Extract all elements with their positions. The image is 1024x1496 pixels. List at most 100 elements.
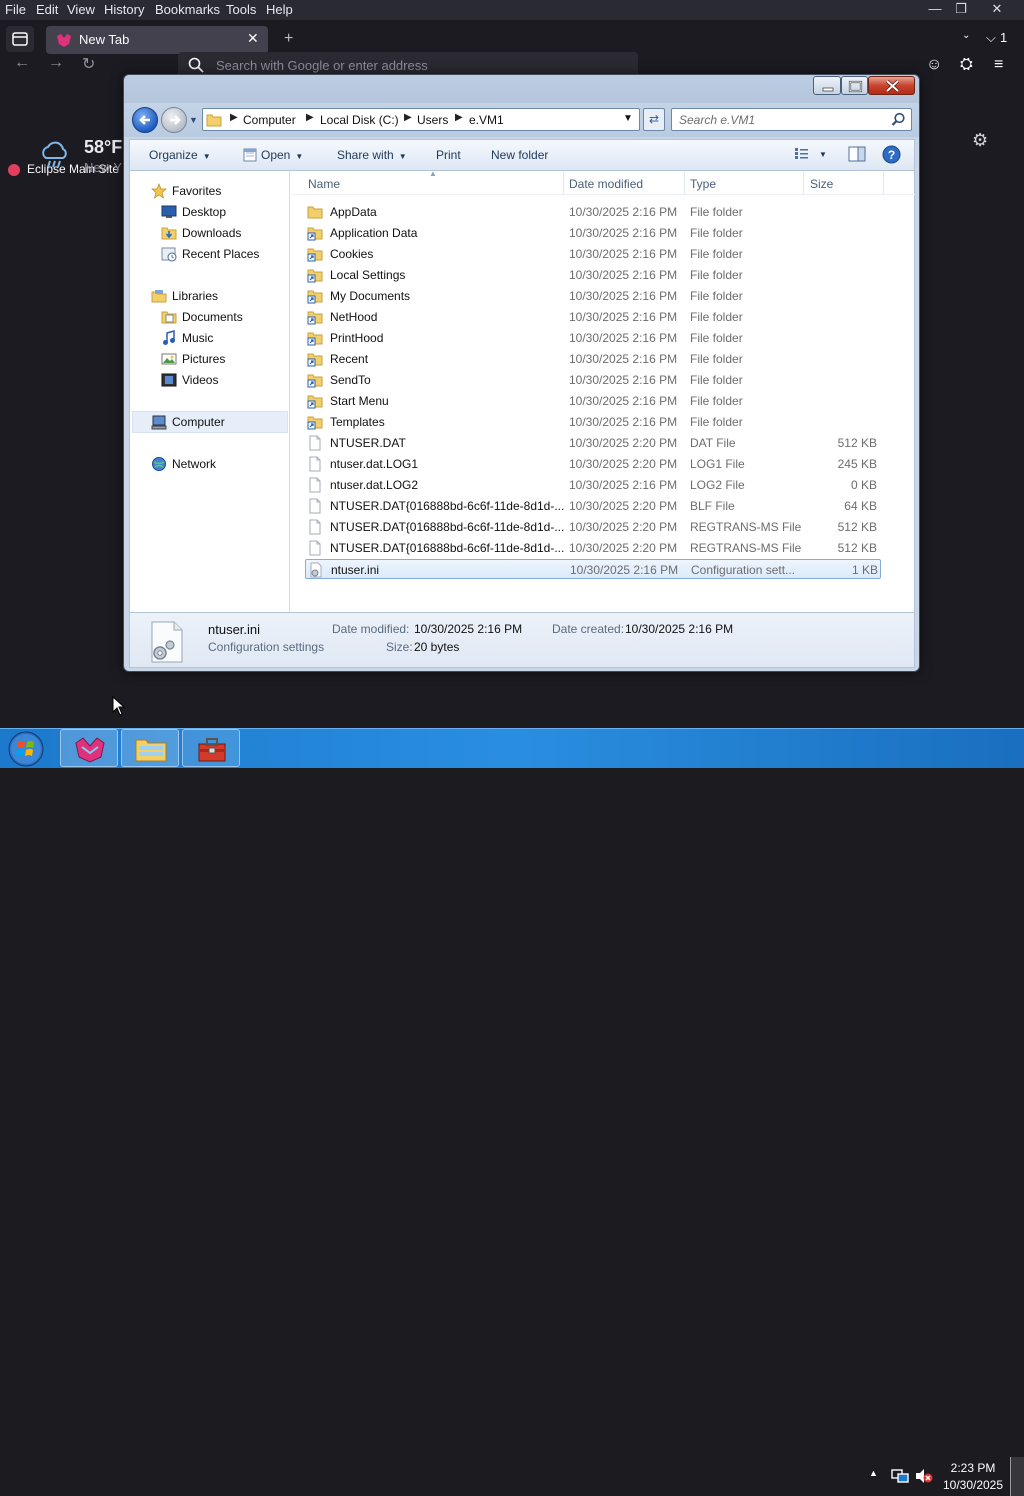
- file-icon: [307, 519, 323, 535]
- shortcut-folder-icon: [307, 225, 323, 241]
- column-header-size[interactable]: Size: [810, 177, 833, 191]
- change-view-button[interactable]: ▼: [794, 146, 827, 160]
- back-arrow-icon[interactable]: ←: [14, 54, 30, 72]
- search-input[interactable]: Search e.VM1: [671, 108, 912, 131]
- file-row[interactable]: NetHood 10/30/2025 2:16 PM File folder: [305, 307, 881, 327]
- address-dropdown-icon[interactable]: ▼: [623, 113, 633, 124]
- file-row[interactable]: Recent 10/30/2025 2:16 PM File folder: [305, 349, 881, 369]
- breadcrumb-separator-icon[interactable]: ▶: [306, 112, 314, 123]
- network-icon: [152, 457, 166, 471]
- forward-arrow-icon[interactable]: →: [48, 54, 64, 72]
- clock-time[interactable]: 2:23 PM: [944, 1461, 1002, 1475]
- file-row[interactable]: Start Menu 10/30/2025 2:16 PM File folder: [305, 391, 881, 411]
- breadcrumb-computer[interactable]: Computer: [243, 113, 296, 127]
- file-row[interactable]: PrintHood 10/30/2025 2:16 PM File folder: [305, 328, 881, 348]
- file-row[interactable]: Local Settings 10/30/2025 2:16 PM File fol…: [305, 265, 881, 285]
- shortcut-folder-icon: [307, 246, 323, 262]
- back-button[interactable]: [132, 107, 158, 133]
- menu-edit[interactable]: Edit: [36, 2, 58, 17]
- reload-icon[interactable]: ↻: [82, 54, 95, 74]
- menu-bookmarks[interactable]: Bookmarks: [155, 2, 220, 17]
- browser-close-button[interactable]: ✕: [984, 0, 1010, 20]
- share-with-button[interactable]: Share with ▼: [337, 148, 407, 162]
- file-type: File folder: [690, 247, 743, 261]
- command-bar: Organize ▼ Open ▼ Share with ▼ Print New fo…: [129, 139, 915, 171]
- breadcrumb-separator-icon[interactable]: ▶: [455, 112, 463, 123]
- menu-help[interactable]: Help: [266, 2, 293, 17]
- column-divider[interactable]: [684, 171, 685, 195]
- organize-button[interactable]: Organize ▼: [149, 148, 211, 162]
- account-icon[interactable]: ☺: [926, 56, 942, 74]
- column-header-type[interactable]: Type: [690, 177, 716, 191]
- shortcut-folder-icon: [307, 330, 323, 346]
- column-divider[interactable]: [563, 171, 564, 195]
- file-row[interactable]: NTUSER.DAT{016888bd-6c6f-11de-8d1d-... 10…: [305, 538, 881, 558]
- network-tray-icon[interactable]: [891, 1468, 909, 1484]
- file-row[interactable]: NTUSER.DAT{016888bd-6c6f-11de-8d1d-... 10…: [305, 517, 881, 537]
- breadcrumb[interactable]: ▶ Computer ▶ Local Disk (C:) ▶ Users ▶ e…: [202, 108, 640, 131]
- taskbar-firefox[interactable]: [60, 729, 118, 767]
- show-hidden-icons-button[interactable]: ▲: [869, 1468, 878, 1478]
- file-row[interactable]: ntuser.dat.LOG2 10/30/2025 2:16 PM LOG2 Fi…: [305, 475, 881, 495]
- menu-tools[interactable]: Tools: [226, 2, 256, 17]
- column-header-date-modified[interactable]: Date modified: [569, 177, 643, 191]
- tab-list-icon[interactable]: [6, 26, 34, 52]
- taskbar-explorer[interactable]: [121, 729, 179, 767]
- refresh-icon: ⇄: [648, 112, 660, 126]
- file-row[interactable]: ntuser.dat.LOG1 10/30/2025 2:20 PM LOG1 Fi…: [305, 454, 881, 474]
- show-desktop-button[interactable]: [1010, 1457, 1024, 1496]
- breadcrumb-e-vm1[interactable]: e.VM1: [469, 113, 504, 127]
- share-with-label: Share with: [337, 148, 394, 162]
- column-divider[interactable]: [803, 171, 804, 195]
- menu-file[interactable]: File: [5, 2, 26, 17]
- new-folder-button[interactable]: New folder: [491, 148, 548, 162]
- close-button[interactable]: [868, 76, 915, 95]
- new-tab-icon[interactable]: +: [284, 30, 293, 48]
- menu-view[interactable]: View: [67, 2, 95, 17]
- hamburger-menu-icon[interactable]: ≡: [994, 56, 1003, 74]
- clock-date[interactable]: 10/30/2025: [938, 1478, 1008, 1492]
- gear-icon[interactable]: ⚙: [972, 130, 988, 151]
- minimize-icon: [822, 87, 834, 92]
- file-row[interactable]: Templates 10/30/2025 2:16 PM File folder: [305, 412, 881, 432]
- file-row[interactable]: AppData 10/30/2025 2:16 PM File folder: [305, 202, 881, 222]
- file-name: Templates: [330, 415, 385, 429]
- extensions-icon[interactable]: ⛭: [960, 56, 973, 74]
- file-row[interactable]: Cookies 10/30/2025 2:16 PM File folder: [305, 244, 881, 264]
- open-button[interactable]: Open ▼: [242, 148, 303, 162]
- recent-pages-chevron-icon[interactable]: ▼: [189, 115, 198, 125]
- file-row[interactable]: NTUSER.DAT 10/30/2025 2:20 PM DAT File 512 …: [305, 433, 881, 453]
- explorer-body: Favorites Desktop Downloads Recent Place…: [129, 169, 915, 612]
- tab-close-icon[interactable]: ✕: [247, 30, 259, 47]
- explorer-titlebar[interactable]: [124, 75, 919, 103]
- help-button[interactable]: ?: [882, 145, 901, 167]
- breadcrumb-users[interactable]: Users: [417, 113, 448, 127]
- breadcrumb-separator-icon[interactable]: ▶: [404, 112, 412, 123]
- file-type: File folder: [690, 331, 743, 345]
- browser-minimize-button[interactable]: —: [922, 0, 948, 20]
- list-all-tabs-button[interactable]: ⌄ ⌵ 1: [944, 28, 1016, 50]
- minimize-button[interactable]: [813, 76, 841, 95]
- refresh-button[interactable]: ⇄: [643, 108, 665, 131]
- file-date-modified: 10/30/2025 2:16 PM: [569, 331, 678, 345]
- taskbar-toolbox[interactable]: [182, 729, 240, 767]
- file-row[interactable]: NTUSER.DAT{016888bd-6c6f-11de-8d1d-... 10…: [305, 496, 881, 516]
- print-button[interactable]: Print: [436, 148, 461, 162]
- file-row-selected[interactable]: ntuser.ini 10/30/2025 2:16 PM Configuratio…: [305, 559, 881, 579]
- volume-muted-icon[interactable]: [915, 1468, 933, 1484]
- forward-button[interactable]: [161, 107, 187, 133]
- column-header-name[interactable]: Name: [308, 177, 340, 191]
- column-divider[interactable]: [883, 171, 884, 195]
- browser-tab-new-tab[interactable]: New Tab ✕: [46, 26, 268, 54]
- file-row[interactable]: Application Data 10/30/2025 2:16 PM File f…: [305, 223, 881, 243]
- browser-restore-button[interactable]: ❐: [948, 0, 974, 20]
- preview-pane-button[interactable]: [848, 146, 866, 165]
- file-date-modified: 10/30/2025 2:20 PM: [569, 499, 678, 513]
- maximize-button[interactable]: [841, 76, 868, 95]
- menu-history[interactable]: History: [104, 2, 144, 17]
- start-button[interactable]: [6, 730, 46, 768]
- file-row[interactable]: My Documents 10/30/2025 2:16 PM File folde…: [305, 286, 881, 306]
- breadcrumb-local-disk[interactable]: Local Disk (C:): [320, 113, 399, 127]
- breadcrumb-separator-icon[interactable]: ▶: [230, 112, 238, 123]
- file-row[interactable]: SendTo 10/30/2025 2:16 PM File folder: [305, 370, 881, 390]
